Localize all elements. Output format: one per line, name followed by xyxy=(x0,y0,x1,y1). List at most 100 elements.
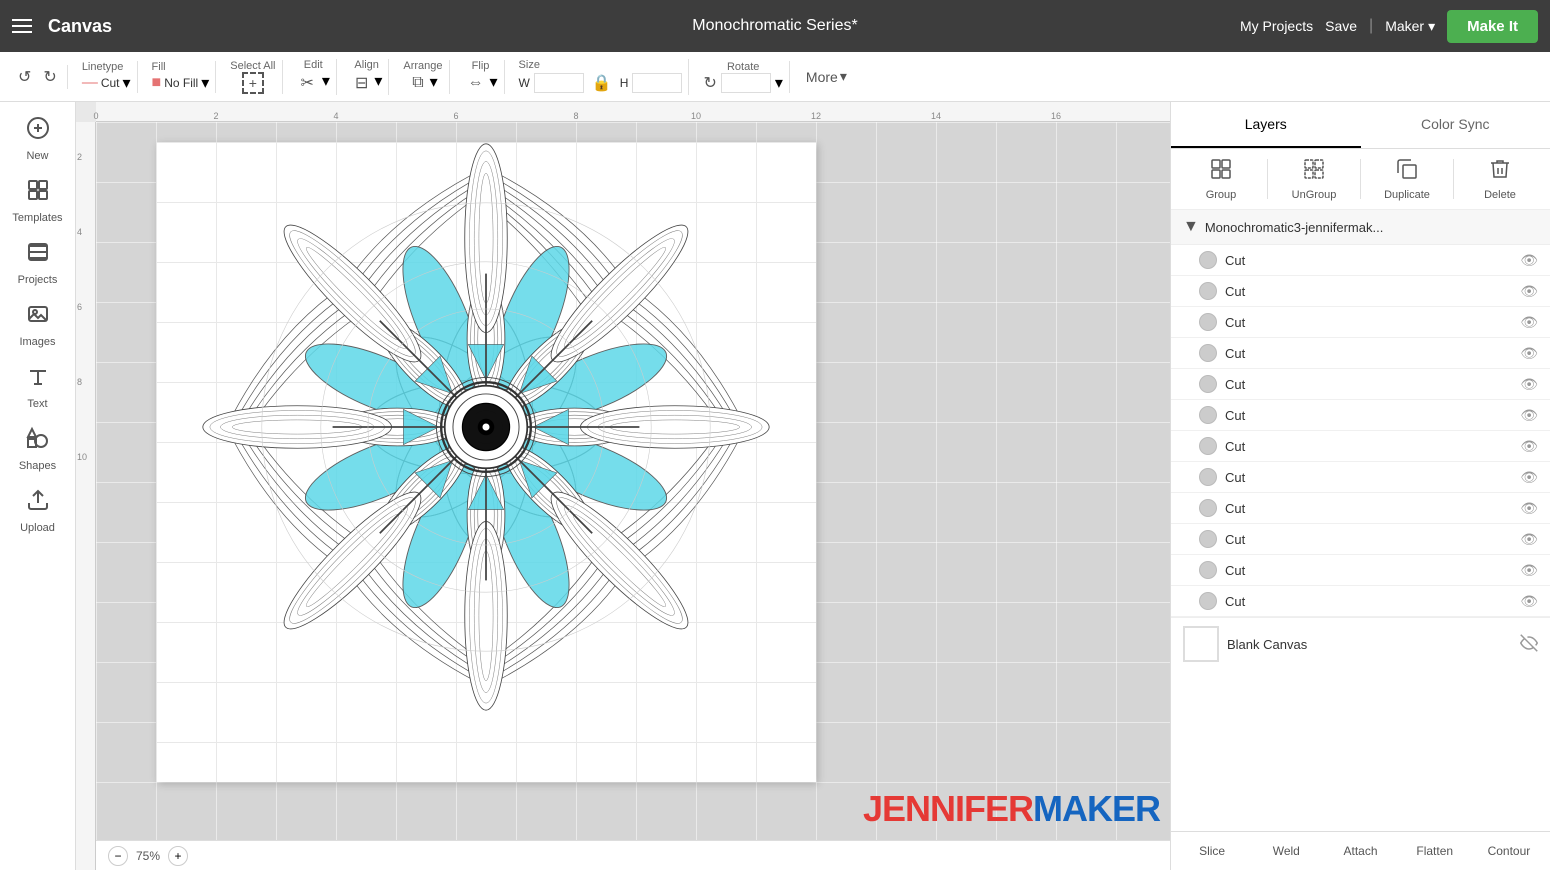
blank-canvas-visibility-button[interactable] xyxy=(1520,634,1538,655)
layer-visibility-button[interactable]: 👁 xyxy=(1520,500,1538,517)
layer-visibility-button[interactable]: 👁 xyxy=(1520,438,1538,455)
layer-name: Cut xyxy=(1225,377,1512,392)
sidebar-item-projects[interactable]: Projects xyxy=(4,234,72,292)
layer-color-swatch[interactable] xyxy=(1199,282,1217,300)
layer-color-swatch[interactable] xyxy=(1199,468,1217,486)
redo-button[interactable]: ↻ xyxy=(39,65,60,89)
my-projects-button[interactable]: My Projects xyxy=(1240,18,1313,34)
duplicate-icon xyxy=(1395,157,1419,186)
tab-color-sync[interactable]: Color Sync xyxy=(1361,102,1550,148)
blank-canvas-row: Blank Canvas xyxy=(1171,617,1550,670)
edit-scissors-button[interactable]: ✂ xyxy=(297,71,318,95)
sidebar-item-shapes[interactable]: Shapes xyxy=(4,420,72,478)
layer-visibility-button[interactable]: 👁 xyxy=(1520,562,1538,579)
size-h-input[interactable] xyxy=(632,73,682,93)
tab-layers[interactable]: Layers xyxy=(1171,102,1361,148)
ungroup-icon xyxy=(1302,157,1326,186)
zoom-out-button[interactable]: − xyxy=(108,846,128,866)
ruler-h-tick-16: 16 xyxy=(1051,111,1061,121)
app-title: Canvas xyxy=(48,16,112,37)
templates-icon xyxy=(26,178,50,208)
op-flatten[interactable]: Flatten xyxy=(1398,840,1472,862)
save-button[interactable]: Save xyxy=(1325,18,1357,34)
table-row: Cut 👁 xyxy=(1171,245,1550,276)
linetype-value: Cut xyxy=(101,76,120,90)
rotate-icon: ↻ xyxy=(703,73,716,93)
ruler-h-tick-14: 14 xyxy=(931,111,941,121)
op-weld[interactable]: Weld xyxy=(1249,840,1323,862)
align-label: Align xyxy=(354,59,378,71)
layer-color-swatch[interactable] xyxy=(1199,561,1217,579)
blank-canvas-swatch[interactable] xyxy=(1183,626,1219,662)
layer-visibility-button[interactable]: 👁 xyxy=(1520,407,1538,424)
top-right-controls: My Projects Save | Maker ▾ Make It xyxy=(1240,10,1538,43)
layer-visibility-button[interactable]: 👁 xyxy=(1520,252,1538,269)
arrange-label: Arrange xyxy=(403,60,442,72)
layer-group-header[interactable]: ▼ Monochromatic3-jennifermak... xyxy=(1171,210,1550,245)
select-all-button[interactable]: + xyxy=(242,72,264,94)
flip-group: Flip ⇔ ▾ xyxy=(458,60,505,94)
size-label: Size xyxy=(519,59,540,71)
fill-value: No Fill xyxy=(164,76,198,90)
layer-color-swatch[interactable] xyxy=(1199,592,1217,610)
layer-name: Cut xyxy=(1225,284,1512,299)
layer-name: Cut xyxy=(1225,315,1512,330)
layer-name: Cut xyxy=(1225,470,1512,485)
layer-color-swatch[interactable] xyxy=(1199,406,1217,424)
layer-color-swatch[interactable] xyxy=(1199,530,1217,548)
more-button[interactable]: More ▾ xyxy=(798,64,855,89)
hamburger-menu[interactable] xyxy=(12,19,32,33)
ruler-vertical: 2 4 6 8 10 xyxy=(76,122,96,870)
size-lock-button[interactable]: 🔒 xyxy=(588,71,616,95)
panel-group-button[interactable]: Group xyxy=(1183,157,1259,201)
panel-duplicate-button[interactable]: Duplicate xyxy=(1369,157,1445,201)
arrange-button[interactable]: ⧉ xyxy=(408,72,427,94)
align-button[interactable]: ⊟ xyxy=(351,71,372,95)
layer-visibility-button[interactable]: 👁 xyxy=(1520,531,1538,548)
layer-color-swatch[interactable] xyxy=(1199,499,1217,517)
rotate-input[interactable] xyxy=(721,73,771,93)
maker-chevron-icon: ▾ xyxy=(1428,18,1435,35)
fill-select[interactable]: ■ No Fill ▾ xyxy=(152,73,210,93)
panel-delete-button[interactable]: Delete xyxy=(1462,157,1538,201)
sidebar-shapes-label: Shapes xyxy=(19,460,56,472)
delete-label: Delete xyxy=(1484,189,1516,201)
panel-toolbar: Group UnGroup xyxy=(1171,149,1550,210)
delete-icon xyxy=(1488,157,1512,186)
canvas-content[interactable] xyxy=(96,122,1170,840)
layer-color-swatch[interactable] xyxy=(1199,251,1217,269)
op-contour[interactable]: Contour xyxy=(1472,840,1546,862)
maker-button[interactable]: Maker ▾ xyxy=(1385,18,1435,35)
zoom-in-button[interactable]: + xyxy=(168,846,188,866)
layer-visibility-button[interactable]: 👁 xyxy=(1520,376,1538,393)
layer-visibility-button[interactable]: 👁 xyxy=(1520,283,1538,300)
layer-color-swatch[interactable] xyxy=(1199,344,1217,362)
mandala-design xyxy=(191,132,781,722)
canvas-sheet[interactable] xyxy=(156,142,816,782)
layer-color-swatch[interactable] xyxy=(1199,375,1217,393)
layer-color-swatch[interactable] xyxy=(1199,437,1217,455)
layer-visibility-button[interactable]: 👁 xyxy=(1520,314,1538,331)
group-label: Group xyxy=(1206,189,1237,201)
op-attach[interactable]: Attach xyxy=(1323,840,1397,862)
sidebar-item-templates[interactable]: Templates xyxy=(4,172,72,230)
layer-visibility-button[interactable]: 👁 xyxy=(1520,593,1538,610)
layer-color-swatch[interactable] xyxy=(1199,313,1217,331)
sidebar-item-text[interactable]: Text xyxy=(4,358,72,416)
layer-visibility-button[interactable]: 👁 xyxy=(1520,345,1538,362)
flip-button[interactable]: ⇔ xyxy=(464,72,488,94)
undo-button[interactable]: ↺ xyxy=(14,65,35,89)
sidebar-item-upload[interactable]: Upload xyxy=(4,482,72,540)
ruler-h-tick-10: 10 xyxy=(691,111,701,121)
size-w-input[interactable] xyxy=(534,73,584,93)
ruler-h-tick-0: 0 xyxy=(93,111,98,121)
make-it-button[interactable]: Make It xyxy=(1447,10,1538,43)
layer-visibility-button[interactable]: 👁 xyxy=(1520,469,1538,486)
linetype-select[interactable]: — Cut ▾ xyxy=(82,73,131,93)
sidebar-item-new[interactable]: New xyxy=(4,110,72,168)
op-slice[interactable]: Slice xyxy=(1175,840,1249,862)
sidebar-item-images[interactable]: Images xyxy=(4,296,72,354)
panel-ungroup-button[interactable]: UnGroup xyxy=(1276,157,1352,201)
sidebar-upload-label: Upload xyxy=(20,522,55,534)
ruler-h-tick-6: 6 xyxy=(453,111,458,121)
